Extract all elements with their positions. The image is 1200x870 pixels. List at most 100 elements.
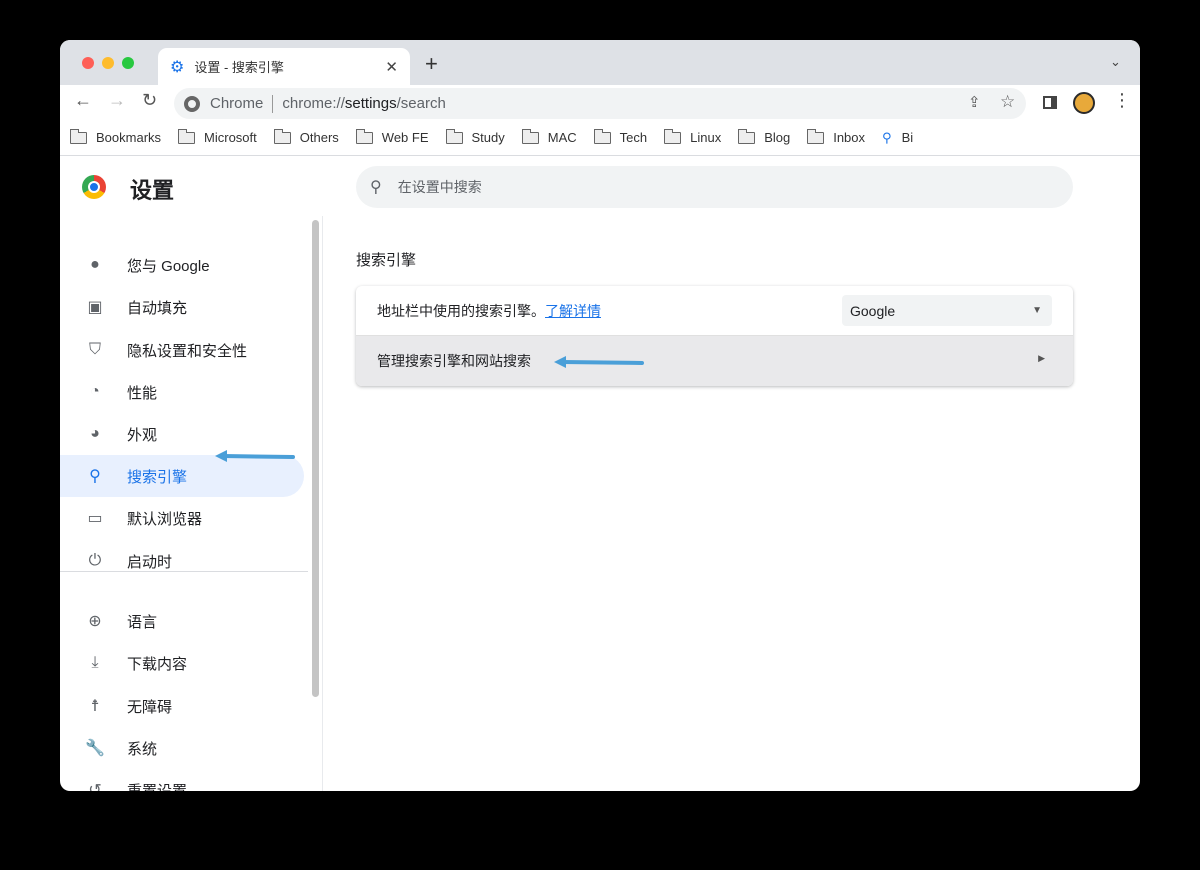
- sidebar-item-label: 下载内容: [127, 655, 188, 673]
- bookmark-label: Bi: [901, 130, 914, 145]
- bookmark-folder[interactable]: Study: [445, 128, 505, 145]
- sidebar-scrollbar[interactable]: [312, 220, 319, 697]
- folder-icon: [178, 128, 196, 144]
- sidebar-item-label: 无障碍: [127, 698, 173, 716]
- search-engine-select[interactable]: Google ▼: [842, 295, 1052, 326]
- sidebar-item-label: 自动填充: [127, 299, 188, 317]
- bookmark-folder[interactable]: Blog: [738, 128, 791, 145]
- sidebar-item-label: 性能: [127, 384, 158, 402]
- toolbar: ← → ↻ Chrome chrome://settings/search ⇪ …: [60, 85, 1140, 120]
- sidebar-item[interactable]: ☨ 无障碍: [60, 685, 304, 727]
- avatar[interactable]: [1073, 92, 1095, 114]
- bookmark-label: Web FE: [381, 130, 429, 145]
- zoom-window-button[interactable]: [122, 57, 134, 69]
- menu-icon[interactable]: ⋮: [1113, 91, 1131, 109]
- bookmark-folder[interactable]: Inbox: [807, 128, 866, 145]
- bookmark-label: Study: [471, 130, 505, 145]
- close-tab-icon[interactable]: ✕: [385, 58, 398, 76]
- history-icon: ↺: [88, 782, 102, 791]
- url-path: /search: [396, 95, 446, 112]
- tab-settings[interactable]: ⚙ 设置 - 搜索引擎 ✕: [158, 48, 410, 85]
- close-window-button[interactable]: [82, 57, 94, 69]
- bookmark-label: Blog: [764, 130, 791, 145]
- bookmark-folder[interactable]: Web FE: [355, 128, 429, 145]
- url-prefix: chrome://: [282, 95, 345, 112]
- sidebar-item[interactable]: ◔ 性能: [60, 371, 304, 413]
- folder-icon: [521, 128, 539, 144]
- share-icon[interactable]: ⇪: [968, 93, 981, 111]
- bookmark-folder[interactable]: Tech: [593, 128, 648, 145]
- bookmark-label: Others: [299, 130, 339, 145]
- folder-icon: [70, 128, 87, 144]
- engine-row: 地址栏中使用的搜索引擎。 了解详情 Google ▼: [356, 286, 1073, 336]
- sidebar-item-label: 启动时: [127, 553, 173, 571]
- dropdown-arrow-icon: ▼: [1032, 305, 1042, 316]
- bookmark-folder[interactable]: Linux: [664, 128, 721, 145]
- sidebar-item[interactable]: ↺ 重置设置: [60, 769, 304, 791]
- sidebar-item[interactable]: ▭ 默认浏览器: [60, 497, 304, 539]
- url-host: settings: [344, 95, 397, 112]
- sidebar-item[interactable]: ⤓ 下载内容: [60, 642, 304, 684]
- sidebar-item-label: 重置设置: [127, 782, 188, 792]
- wrench-icon: 🔧: [85, 740, 105, 757]
- sidebar-item-label: 系统: [127, 740, 158, 758]
- bookmark-folder[interactable]: Others: [273, 128, 339, 145]
- sidebar-item-label: 您与 Google: [127, 257, 210, 275]
- sidebar-divider: [60, 571, 308, 572]
- folder-icon: [445, 128, 463, 144]
- folder-icon: [807, 128, 825, 144]
- sidebar-item[interactable]: ⛉ 隐私设置和安全性: [60, 329, 304, 371]
- search-icon: ⚲: [89, 468, 101, 485]
- folder-icon: [593, 128, 611, 144]
- side-panel-icon[interactable]: [1043, 96, 1057, 109]
- sidebar-item[interactable]: ▣ 自动填充: [60, 286, 304, 328]
- back-button[interactable]: ←: [74, 90, 92, 111]
- bookmark-search[interactable]: ⚲ Bi: [882, 130, 913, 146]
- section-title: 搜索引擎: [356, 252, 417, 269]
- annotation-arrow: [554, 356, 644, 368]
- globe-icon: ⊕: [88, 613, 102, 630]
- bookmark-folder[interactable]: Microsoft: [178, 128, 257, 145]
- folder-icon: [273, 128, 291, 144]
- bookmarks-bar: Bookmarks Microsoft Others Web FE Study MAC Te…: [60, 120, 1140, 156]
- bookmark-folder[interactable]: MAC: [521, 128, 577, 145]
- person-icon: ●: [90, 256, 100, 273]
- folder-icon: [664, 128, 682, 144]
- search-icon: ⚲: [882, 129, 892, 145]
- forward-button[interactable]: →: [108, 90, 126, 111]
- minimize-window-button[interactable]: [102, 57, 114, 69]
- manage-search-engines-row[interactable]: 管理搜索引擎和网站搜索 ▶: [356, 336, 1073, 386]
- chrome-logo: [82, 175, 106, 199]
- accessibility-icon: ☨: [90, 698, 100, 715]
- engine-row-label: 地址栏中使用的搜索引擎。: [377, 302, 545, 319]
- sidebar-item[interactable]: ⏻ 启动时: [60, 540, 304, 582]
- clipboard-icon: ▣: [87, 299, 103, 316]
- palette-icon: ◕: [90, 425, 100, 442]
- bookmark-label: MAC: [547, 130, 577, 145]
- sidebar-item-label: 语言: [127, 613, 158, 631]
- bookmark-label: Microsoft: [204, 130, 257, 145]
- sidebar-item-label: 搜索引擎: [127, 468, 188, 486]
- bookmark-label: Inbox: [833, 130, 866, 145]
- tab-search-chevron-down-icon[interactable]: ⌄: [1110, 54, 1121, 70]
- bookmark-label: Tech: [619, 130, 648, 145]
- manage-label: 管理搜索引擎和网站搜索: [377, 353, 531, 369]
- divider: [272, 94, 274, 113]
- learn-more-link[interactable]: 了解详情: [545, 301, 601, 321]
- shield-icon: ⛉: [88, 341, 101, 358]
- sidebar-item[interactable]: ⊕ 语言: [60, 600, 304, 642]
- settings-search-input[interactable]: ⚲ 在设置中搜索: [356, 166, 1073, 208]
- star-icon[interactable]: ☆: [1000, 92, 1015, 112]
- sidebar-border: [322, 216, 323, 791]
- download-icon: ⤓: [91, 654, 99, 671]
- sidebar-item[interactable]: 🔧 系统: [60, 727, 304, 769]
- sidebar-item[interactable]: ● 您与 Google: [60, 244, 304, 286]
- new-tab-button[interactable]: +: [425, 51, 438, 77]
- reload-button[interactable]: ↻: [142, 90, 157, 111]
- select-value: Google: [850, 302, 896, 319]
- bookmark-folder[interactable]: Bookmarks: [70, 128, 161, 145]
- browser-window: ⚙ 设置 - 搜索引擎 ✕ + ⌄ ← → ↻ Chrome chrome://…: [60, 40, 1140, 791]
- sidebar-item-label: 隐私设置和安全性: [127, 342, 248, 360]
- sidebar-item-label: 默认浏览器: [127, 510, 203, 528]
- address-bar[interactable]: Chrome chrome://settings/search ⇪ ☆: [174, 88, 1026, 119]
